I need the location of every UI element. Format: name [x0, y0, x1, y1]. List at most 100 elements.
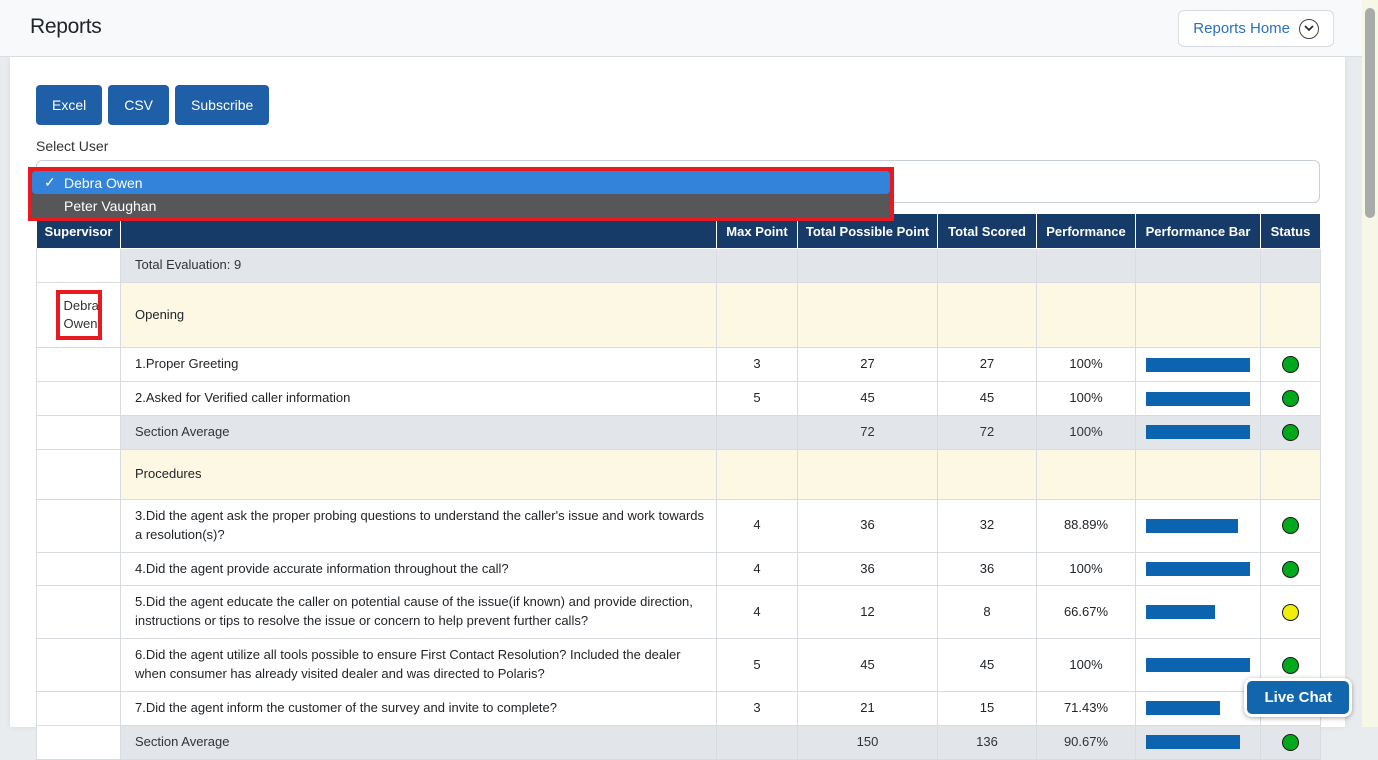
total-scored-cell	[938, 449, 1037, 499]
status-cell	[1261, 552, 1321, 586]
dropdown-option-label: Peter Vaughan	[64, 198, 156, 214]
col-status: Status	[1261, 214, 1321, 249]
performance-bar	[1146, 425, 1250, 439]
question-cell: Opening	[121, 283, 717, 348]
performance-bar-track	[1146, 701, 1250, 715]
top-header-bar: Reports Reports Home	[0, 0, 1378, 57]
supervisor-name-highlighted: Debra Owen	[56, 290, 102, 340]
status-cell	[1261, 249, 1321, 283]
status-green-dot	[1282, 657, 1299, 674]
table-row: 4.Did the agent provide accurate informa…	[37, 552, 1321, 586]
performance-cell: 66.67%	[1037, 586, 1136, 639]
status-green-dot	[1282, 517, 1299, 534]
max-point-cell: 4	[717, 586, 798, 639]
total-possible-cell: 21	[798, 691, 938, 725]
performance-cell: 71.43%	[1037, 691, 1136, 725]
total-possible-cell: 45	[798, 639, 938, 692]
select-user-label: Select User	[36, 138, 1345, 154]
supervisor-cell	[37, 499, 121, 552]
max-point-cell	[717, 416, 798, 450]
total-scored-cell: 72	[938, 416, 1037, 450]
question-cell: Section Average	[121, 725, 717, 759]
max-point-cell	[717, 283, 798, 348]
status-green-dot	[1282, 424, 1299, 441]
excel-button[interactable]: Excel	[36, 85, 102, 125]
table-row: 3.Did the agent ask the proper probing q…	[37, 499, 1321, 552]
checkmark-icon: ✓	[44, 174, 60, 191]
reports-home-label: Reports Home	[1193, 20, 1290, 37]
performance-cell: 100%	[1037, 382, 1136, 416]
max-point-cell: 4	[717, 552, 798, 586]
live-chat-button[interactable]: Live Chat	[1244, 678, 1352, 717]
supervisor-cell	[37, 449, 121, 499]
status-green-dot	[1282, 561, 1299, 578]
question-cell: 2.Asked for Verified caller information	[121, 382, 717, 416]
dropdown-option-label: Debra Owen	[64, 175, 143, 191]
max-point-cell	[717, 249, 798, 283]
performance-bar	[1146, 392, 1250, 406]
performance-bar-cell	[1136, 552, 1261, 586]
table-row: 1.Proper Greeting32727100%	[37, 348, 1321, 382]
performance-bar-track	[1146, 735, 1250, 749]
supervisor-cell	[37, 552, 121, 586]
total-scored-cell: 45	[938, 382, 1037, 416]
subscribe-button[interactable]: Subscribe	[175, 85, 269, 125]
content-card: Excel CSV Subscribe Select User Supervis…	[10, 57, 1345, 727]
table-row: Total Evaluation: 9	[37, 249, 1321, 283]
total-possible-cell	[798, 283, 938, 348]
chevron-down-icon	[1299, 19, 1319, 39]
performance-bar-cell	[1136, 348, 1261, 382]
total-scored-cell: 36	[938, 552, 1037, 586]
status-green-dot	[1282, 390, 1299, 407]
total-possible-cell: 36	[798, 552, 938, 586]
table-row: Procedures	[37, 449, 1321, 499]
question-cell: 3.Did the agent ask the proper probing q…	[121, 499, 717, 552]
total-possible-cell: 36	[798, 499, 938, 552]
performance-cell: 90.67%	[1037, 725, 1136, 759]
reports-home-button[interactable]: Reports Home	[1178, 10, 1334, 47]
supervisor-cell	[37, 416, 121, 450]
page-scrollbar-thumb[interactable]	[1365, 8, 1375, 218]
performance-bar-track	[1146, 425, 1250, 439]
performance-cell	[1037, 283, 1136, 348]
question-cell: 4.Did the agent provide accurate informa…	[121, 552, 717, 586]
col-performance-bar: Performance Bar	[1136, 214, 1261, 249]
status-cell	[1261, 449, 1321, 499]
max-point-cell: 5	[717, 639, 798, 692]
dropdown-option[interactable]: Peter Vaughan	[32, 194, 890, 217]
total-possible-cell: 27	[798, 348, 938, 382]
supervisor-cell	[37, 691, 121, 725]
status-green-dot	[1282, 356, 1299, 373]
report-table-wrap: Supervisor Max Point Total Possible Poin…	[36, 213, 1345, 760]
export-toolbar: Excel CSV Subscribe	[36, 85, 1345, 125]
table-row: 6.Did the agent utilize all tools possib…	[37, 639, 1321, 692]
performance-bar-track	[1146, 605, 1250, 619]
performance-bar	[1146, 701, 1220, 715]
page-title: Reports	[30, 15, 101, 39]
performance-cell	[1037, 249, 1136, 283]
performance-bar-cell	[1136, 639, 1261, 692]
performance-bar-cell	[1136, 691, 1261, 725]
total-scored-cell	[938, 249, 1037, 283]
page-scrollbar-track[interactable]	[1362, 0, 1378, 727]
question-cell: Procedures	[121, 449, 717, 499]
status-yellow-dot	[1282, 604, 1299, 621]
performance-bar-track	[1146, 358, 1250, 372]
csv-button[interactable]: CSV	[108, 85, 169, 125]
dropdown-option[interactable]: ✓Debra Owen	[32, 171, 890, 194]
total-scored-cell: 8	[938, 586, 1037, 639]
table-row: 7.Did the agent inform the customer of t…	[37, 691, 1321, 725]
table-row: 5.Did the agent educate the caller on po…	[37, 586, 1321, 639]
total-scored-cell: 15	[938, 691, 1037, 725]
max-point-cell	[717, 725, 798, 759]
performance-bar-cell	[1136, 725, 1261, 759]
status-cell	[1261, 416, 1321, 450]
total-possible-cell	[798, 449, 938, 499]
performance-bar	[1146, 658, 1250, 672]
performance-bar-cell	[1136, 586, 1261, 639]
supervisor-cell	[37, 348, 121, 382]
status-cell	[1261, 283, 1321, 348]
performance-bar-cell	[1136, 283, 1261, 348]
performance-bar-cell	[1136, 449, 1261, 499]
max-point-cell: 3	[717, 691, 798, 725]
